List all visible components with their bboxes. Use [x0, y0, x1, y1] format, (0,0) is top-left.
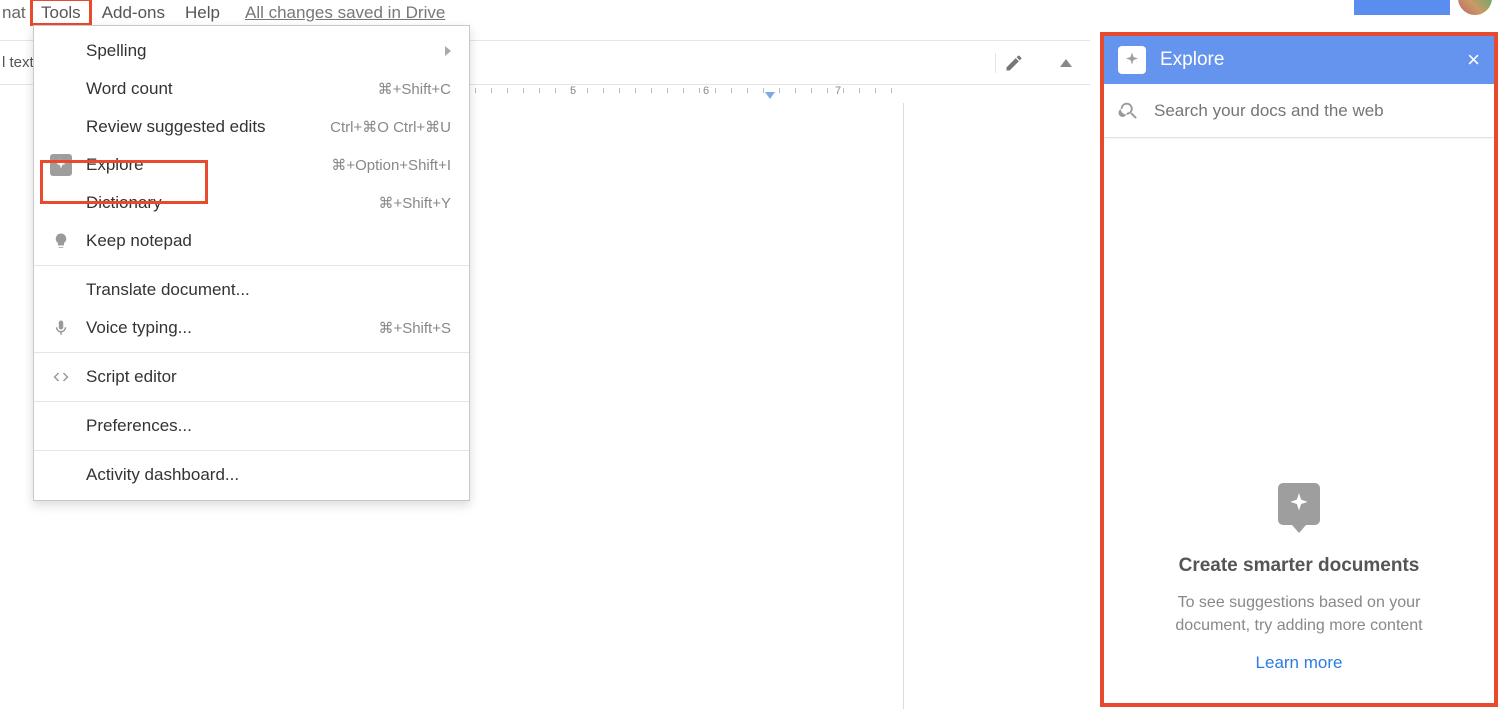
menu-item-shortcut: ⌘+Option+Shift+I — [331, 156, 451, 174]
ruler-number: 7 — [835, 85, 841, 97]
collapse-toolbar-button[interactable] — [1050, 47, 1082, 79]
explore-icon — [1118, 46, 1146, 74]
menu-item-shortcut: ⌘+Shift+C — [378, 80, 451, 98]
share-button-fragment[interactable] — [1354, 0, 1450, 15]
close-icon[interactable]: × — [1467, 47, 1480, 73]
menu-item-spelling[interactable]: Spelling — [34, 32, 469, 70]
tools-menu-dropdown: SpellingWord count⌘+Shift+CReview sugges… — [33, 25, 470, 501]
menu-fragment: nat — [0, 3, 30, 23]
menu-item-label: Translate document... — [74, 280, 451, 300]
menu-item-label: Preferences... — [74, 416, 451, 436]
menu-item-review-suggested-edits[interactable]: Review suggested editsCtrl+⌘O Ctrl+⌘U — [34, 108, 469, 146]
menu-item-shortcut: ⌘+Shift+S — [378, 319, 451, 337]
bulb-icon — [48, 232, 74, 250]
ruler-number: 5 — [570, 85, 576, 97]
menu-help[interactable]: Help — [175, 1, 230, 25]
menu-bar: nat Tools Add-ons Help All changes saved… — [0, 0, 1500, 25]
explore-side-panel: Explore × Create smarter documents To se… — [1100, 32, 1498, 707]
search-icon — [1118, 100, 1140, 122]
explore-search-bar — [1104, 84, 1494, 138]
submenu-arrow-icon — [445, 46, 451, 56]
menu-item-preferences[interactable]: Preferences... — [34, 407, 469, 445]
menu-item-label: Spelling — [74, 41, 445, 61]
menu-item-label: Word count — [74, 79, 378, 99]
menu-item-label: Keep notepad — [74, 231, 451, 251]
menu-item-word-count[interactable]: Word count⌘+Shift+C — [34, 70, 469, 108]
menu-item-activity-dashboard[interactable]: Activity dashboard... — [34, 456, 469, 494]
mic-icon — [48, 319, 74, 337]
menu-item-dictionary[interactable]: Dictionary⌘+Shift+Y — [34, 184, 469, 222]
menu-item-label: Script editor — [74, 367, 451, 387]
menu-item-label: Review suggested edits — [74, 117, 330, 137]
menu-item-shortcut: Ctrl+⌘O Ctrl+⌘U — [330, 118, 451, 136]
menu-item-voice-typing[interactable]: Voice typing...⌘+Shift+S — [34, 309, 469, 347]
menu-item-keep-notepad[interactable]: Keep notepad — [34, 222, 469, 260]
menu-item-translate-document[interactable]: Translate document... — [34, 271, 469, 309]
explore-empty-subtitle: To see suggestions based on your documen… — [1149, 591, 1449, 637]
menu-item-label: Activity dashboard... — [74, 465, 451, 485]
menu-item-shortcut: ⌘+Shift+Y — [378, 194, 451, 212]
explore-empty-title: Create smarter documents — [1179, 555, 1420, 577]
explore-search-input[interactable] — [1154, 101, 1480, 121]
menu-item-label: Dictionary — [74, 193, 378, 213]
menu-item-label: Explore — [74, 155, 331, 175]
menu-item-script-editor[interactable]: Script editor — [34, 358, 469, 396]
menu-addons[interactable]: Add-ons — [92, 1, 175, 25]
explore-learn-more-link[interactable]: Learn more — [1256, 653, 1343, 673]
ruler-number: 6 — [703, 85, 709, 97]
save-status[interactable]: All changes saved in Drive — [245, 3, 445, 23]
menu-divider — [34, 265, 469, 266]
menu-tools[interactable]: Tools — [30, 0, 92, 25]
editing-mode-button[interactable] — [995, 53, 1040, 73]
menu-item-explore[interactable]: Explore⌘+Option+Shift+I — [34, 146, 469, 184]
menu-divider — [34, 450, 469, 451]
explore-panel-header: Explore × — [1104, 36, 1494, 84]
menu-item-label: Voice typing... — [74, 318, 378, 338]
ruler-indent-marker[interactable] — [765, 92, 775, 99]
explore-panel-title: Explore — [1160, 49, 1224, 71]
explore-empty-icon — [1278, 483, 1320, 525]
explore-panel-body: Create smarter documents To see suggesti… — [1104, 138, 1494, 703]
explore-icon — [48, 154, 74, 176]
menu-divider — [34, 401, 469, 402]
menu-divider — [34, 352, 469, 353]
code-icon — [48, 368, 74, 386]
